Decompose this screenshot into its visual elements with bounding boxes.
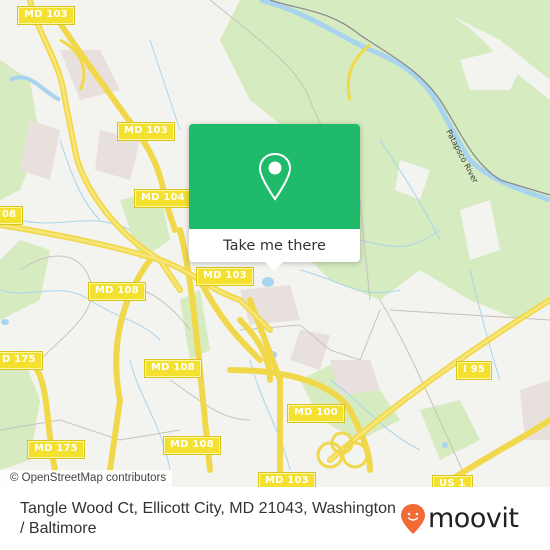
destination-address: Tangle Wood Ct, Ellicott City, MD 21043,… (20, 500, 396, 537)
map-attribution[interactable]: © OpenStreetMap contributors (0, 470, 173, 487)
road-label-md103: MD 103 (196, 267, 254, 286)
footer: Tangle Wood Ct, Ellicott City, MD 21043,… (0, 487, 550, 550)
popup-pointer (265, 262, 283, 271)
road-label-md104: MD 104 (134, 189, 192, 208)
road-label-md108: MD 108 (88, 282, 146, 301)
moovit-pin-icon (401, 504, 425, 534)
road-label-md108: 08 (0, 206, 24, 225)
road-label-md103: MD 103 (17, 6, 75, 25)
road-label-us1: US 1 (432, 475, 473, 487)
take-me-there-button[interactable]: Take me there (189, 229, 360, 262)
road-label-md175: D 175 (0, 351, 43, 370)
road-label-md175: MD 175 (27, 440, 85, 459)
road-label-md108: MD 108 (144, 359, 202, 378)
map-view[interactable]: MD 103 MD 103 MD 104 08 MD 108 MD 103 D … (0, 0, 550, 487)
road-label-i95: I 95 (456, 361, 492, 380)
moovit-wordmark: moovit (428, 503, 519, 534)
road-label-md103: MD 103 (258, 472, 316, 487)
popup-header (189, 124, 360, 229)
map-pin-icon (258, 152, 291, 201)
road-label-md100: MD 100 (287, 404, 345, 423)
moovit-logo[interactable]: moovit (400, 501, 540, 537)
road-label-md103: MD 103 (117, 122, 175, 141)
road-label-md108: MD 108 (163, 436, 221, 455)
destination-popup: Take me there (189, 124, 360, 271)
